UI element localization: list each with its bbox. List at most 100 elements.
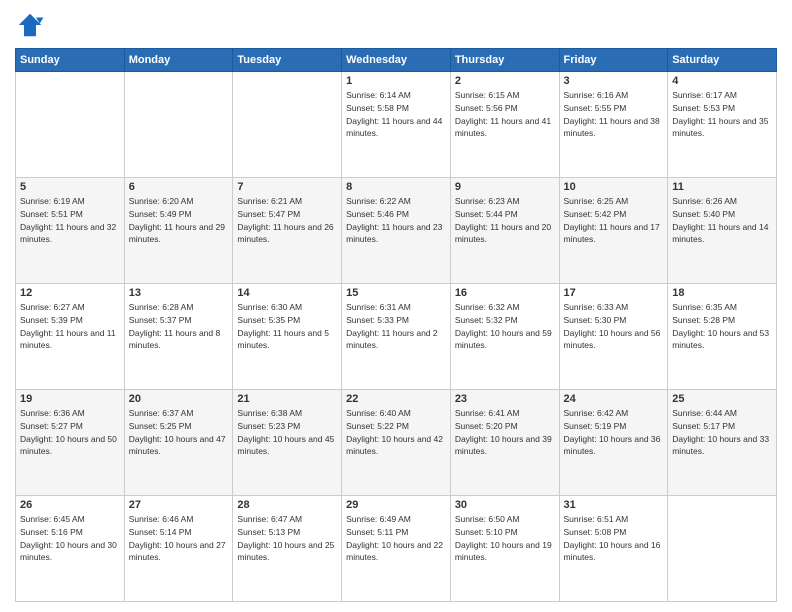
day-cell-empty xyxy=(124,72,233,178)
sunset-text: Sunset: 5:20 PM xyxy=(455,420,555,433)
day-cell-27: 27Sunrise: 6:46 AMSunset: 5:14 PMDayligh… xyxy=(124,496,233,602)
sunrise-text: Sunrise: 6:30 AM xyxy=(237,301,337,314)
sunset-text: Sunset: 5:30 PM xyxy=(564,314,664,327)
day-info: Sunrise: 6:38 AMSunset: 5:23 PMDaylight:… xyxy=(237,407,337,458)
day-info: Sunrise: 6:47 AMSunset: 5:13 PMDaylight:… xyxy=(237,513,337,564)
daylight-text: Daylight: 11 hours and 35 minutes. xyxy=(672,115,772,141)
daylight-text: Daylight: 10 hours and 33 minutes. xyxy=(672,433,772,459)
day-number: 14 xyxy=(237,287,337,299)
day-info: Sunrise: 6:45 AMSunset: 5:16 PMDaylight:… xyxy=(20,513,120,564)
week-row-0: 1Sunrise: 6:14 AMSunset: 5:58 PMDaylight… xyxy=(16,72,777,178)
day-info: Sunrise: 6:16 AMSunset: 5:55 PMDaylight:… xyxy=(564,89,664,140)
day-info: Sunrise: 6:35 AMSunset: 5:28 PMDaylight:… xyxy=(672,301,772,352)
day-cell-9: 9Sunrise: 6:23 AMSunset: 5:44 PMDaylight… xyxy=(450,178,559,284)
daylight-text: Daylight: 10 hours and 22 minutes. xyxy=(346,539,446,565)
sunset-text: Sunset: 5:14 PM xyxy=(129,526,229,539)
sunrise-text: Sunrise: 6:21 AM xyxy=(237,195,337,208)
sunset-text: Sunset: 5:19 PM xyxy=(564,420,664,433)
page: SundayMondayTuesdayWednesdayThursdayFrid… xyxy=(0,0,792,612)
sunrise-text: Sunrise: 6:42 AM xyxy=(564,407,664,420)
sunset-text: Sunset: 5:33 PM xyxy=(346,314,446,327)
daylight-text: Daylight: 10 hours and 16 minutes. xyxy=(564,539,664,565)
day-number: 6 xyxy=(129,181,229,193)
day-info: Sunrise: 6:40 AMSunset: 5:22 PMDaylight:… xyxy=(346,407,446,458)
day-info: Sunrise: 6:21 AMSunset: 5:47 PMDaylight:… xyxy=(237,195,337,246)
day-info: Sunrise: 6:22 AMSunset: 5:46 PMDaylight:… xyxy=(346,195,446,246)
day-info: Sunrise: 6:25 AMSunset: 5:42 PMDaylight:… xyxy=(564,195,664,246)
sunset-text: Sunset: 5:10 PM xyxy=(455,526,555,539)
sunset-text: Sunset: 5:53 PM xyxy=(672,102,772,115)
sunrise-text: Sunrise: 6:44 AM xyxy=(672,407,772,420)
day-cell-empty xyxy=(16,72,125,178)
sunset-text: Sunset: 5:37 PM xyxy=(129,314,229,327)
day-number: 25 xyxy=(672,393,772,405)
sunset-text: Sunset: 5:46 PM xyxy=(346,208,446,221)
day-number: 31 xyxy=(564,499,664,511)
day-cell-5: 5Sunrise: 6:19 AMSunset: 5:51 PMDaylight… xyxy=(16,178,125,284)
day-number: 7 xyxy=(237,181,337,193)
day-info: Sunrise: 6:32 AMSunset: 5:32 PMDaylight:… xyxy=(455,301,555,352)
day-cell-25: 25 Sunrise: 6:44 AMSunset: 5:17 PMDayligh… xyxy=(668,390,777,496)
day-info: Sunrise: 6:51 AMSunset: 5:08 PMDaylight:… xyxy=(564,513,664,564)
day-number: 17 xyxy=(564,287,664,299)
daylight-text: Daylight: 11 hours and 38 minutes. xyxy=(564,115,664,141)
day-number: 29 xyxy=(346,499,446,511)
day-info: Sunrise: 6:50 AMSunset: 5:10 PMDaylight:… xyxy=(455,513,555,564)
day-info: Sunrise: 6:30 AMSunset: 5:35 PMDaylight:… xyxy=(237,301,337,352)
day-cell-30: 30Sunrise: 6:50 AMSunset: 5:10 PMDayligh… xyxy=(450,496,559,602)
sunrise-text: Sunrise: 6:28 AM xyxy=(129,301,229,314)
sunset-text: Sunset: 5:44 PM xyxy=(455,208,555,221)
day-cell-13: 13Sunrise: 6:28 AMSunset: 5:37 PMDayligh… xyxy=(124,284,233,390)
day-cell-empty xyxy=(668,496,777,602)
sunset-text: Sunset: 5:51 PM xyxy=(20,208,120,221)
sunrise-text: Sunrise: 6:31 AM xyxy=(346,301,446,314)
day-info: Sunrise: 6:17 AMSunset: 5:53 PMDaylight:… xyxy=(672,89,772,140)
sunrise-text: Sunrise: 6:51 AM xyxy=(564,513,664,526)
sunrise-text: Sunrise: 6:40 AM xyxy=(346,407,446,420)
sunset-text: Sunset: 5:27 PM xyxy=(20,420,120,433)
day-number: 19 xyxy=(20,393,120,405)
sunset-text: Sunset: 5:17 PM xyxy=(672,420,772,433)
sunrise-text: Sunrise: 6:17 AM xyxy=(672,89,772,102)
day-number: 28 xyxy=(237,499,337,511)
day-number: 9 xyxy=(455,181,555,193)
sunrise-text: Sunrise: 6:33 AM xyxy=(564,301,664,314)
day-info: Sunrise: 6:44 AMSunset: 5:17 PMDaylight:… xyxy=(672,407,772,458)
day-cell-17: 17 Sunrise: 6:33 AMSunset: 5:30 PMDayligh… xyxy=(559,284,668,390)
day-info: Sunrise: 6:42 AMSunset: 5:19 PMDaylight:… xyxy=(564,407,664,458)
day-number: 22 xyxy=(346,393,446,405)
sunset-text: Sunset: 5:56 PM xyxy=(455,102,555,115)
sunrise-text: Sunrise: 6:25 AM xyxy=(564,195,664,208)
daylight-text: Daylight: 10 hours and 30 minutes. xyxy=(20,539,120,565)
week-row-2: 12Sunrise: 6:27 AMSunset: 5:39 PMDayligh… xyxy=(16,284,777,390)
daylight-text: Daylight: 11 hours and 2 minutes. xyxy=(346,327,446,353)
calendar-table: SundayMondayTuesdayWednesdayThursdayFrid… xyxy=(15,48,777,602)
daylight-text: Daylight: 10 hours and 25 minutes. xyxy=(237,539,337,565)
sunrise-text: Sunrise: 6:41 AM xyxy=(455,407,555,420)
day-number: 23 xyxy=(455,393,555,405)
day-number: 21 xyxy=(237,393,337,405)
daylight-text: Daylight: 10 hours and 56 minutes. xyxy=(564,327,664,353)
sunset-text: Sunset: 5:39 PM xyxy=(20,314,120,327)
daylight-text: Daylight: 11 hours and 26 minutes. xyxy=(237,221,337,247)
sunrise-text: Sunrise: 6:16 AM xyxy=(564,89,664,102)
sunrise-text: Sunrise: 6:47 AM xyxy=(237,513,337,526)
day-info: Sunrise: 6:37 AMSunset: 5:25 PMDaylight:… xyxy=(129,407,229,458)
sunrise-text: Sunrise: 6:32 AM xyxy=(455,301,555,314)
day-number: 27 xyxy=(129,499,229,511)
daylight-text: Daylight: 10 hours and 59 minutes. xyxy=(455,327,555,353)
daylight-text: Daylight: 10 hours and 19 minutes. xyxy=(455,539,555,565)
daylight-text: Daylight: 11 hours and 23 minutes. xyxy=(346,221,446,247)
sunset-text: Sunset: 5:23 PM xyxy=(237,420,337,433)
day-number: 24 xyxy=(564,393,664,405)
sunrise-text: Sunrise: 6:19 AM xyxy=(20,195,120,208)
day-cell-10: 10Sunrise: 6:25 AMSunset: 5:42 PMDayligh… xyxy=(559,178,668,284)
sunrise-text: Sunrise: 6:14 AM xyxy=(346,89,446,102)
day-number: 26 xyxy=(20,499,120,511)
sunset-text: Sunset: 5:13 PM xyxy=(237,526,337,539)
sunrise-text: Sunrise: 6:49 AM xyxy=(346,513,446,526)
day-info: Sunrise: 6:28 AMSunset: 5:37 PMDaylight:… xyxy=(129,301,229,352)
day-info: Sunrise: 6:33 AMSunset: 5:30 PMDaylight:… xyxy=(564,301,664,352)
sunset-text: Sunset: 5:35 PM xyxy=(237,314,337,327)
day-info: Sunrise: 6:41 AMSunset: 5:20 PMDaylight:… xyxy=(455,407,555,458)
